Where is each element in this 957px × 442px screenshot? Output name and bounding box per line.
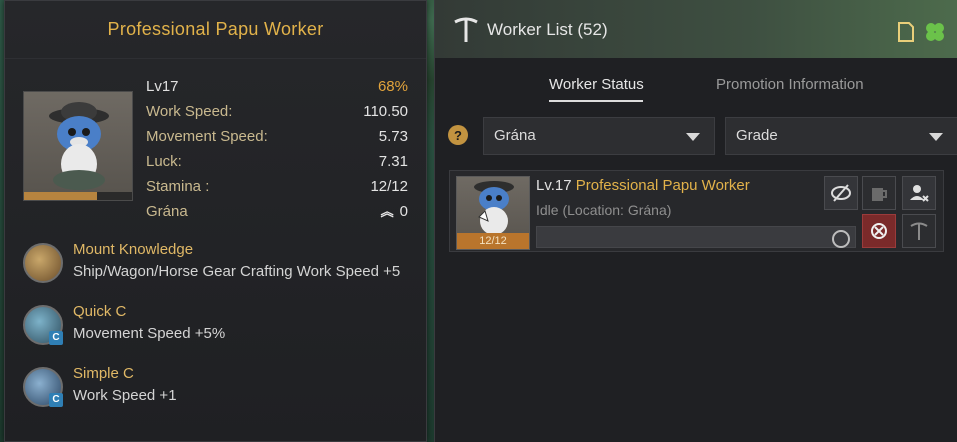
town-label: Grána (146, 203, 188, 220)
tab-promotion-information[interactable]: Promotion Information (716, 76, 864, 93)
town-select-value: Grána (494, 127, 536, 144)
worker-level: Lv.17 (536, 177, 572, 194)
worker-name: Professional Papu Worker (575, 177, 750, 194)
worker-detail-title: Professional Papu Worker (5, 1, 426, 59)
papu-worker-image (49, 102, 109, 190)
c-badge: C (49, 393, 63, 407)
mount-knowledge-icon (23, 243, 63, 283)
repeat-icon[interactable] (832, 230, 850, 248)
active-tab-underline (549, 100, 643, 102)
cancel-repeat-icon (871, 223, 887, 239)
worker-stats: Lv17 68% Work Speed: 110.50 Movement Spe… (146, 74, 408, 224)
worker-list-tabs: Worker Status Promotion Information (435, 70, 957, 104)
skill-desc: Ship/Wagon/Horse Gear Crafting Work Spee… (73, 263, 401, 280)
user-remove-icon (910, 185, 929, 202)
worker-progress-bar (536, 226, 856, 248)
skill-quick-c: C Quick C Movement Speed +5% (23, 301, 423, 351)
skill-desc: Work Speed +1 (73, 387, 177, 404)
town-row: Grána ︽ 0 (146, 199, 408, 224)
luck-label: Luck: (146, 153, 182, 170)
simple-c-icon: C (23, 367, 63, 407)
grade-select[interactable]: Grade (725, 117, 957, 155)
double-chevron-up-icon: ︽ (380, 203, 394, 219)
exp-percent: 68% (377, 78, 408, 95)
skill-name: Simple C (73, 365, 134, 382)
worker-portrait (23, 91, 133, 201)
grade-select-value: Grade (736, 127, 778, 144)
help-icon[interactable]: ? (448, 125, 468, 145)
clover-icon[interactable] (923, 20, 947, 44)
grade-value-wrap: ︽ 0 (381, 203, 408, 220)
worker-filters: ? Grána Grade (435, 117, 957, 155)
stamina-label: Stamina : (146, 178, 210, 195)
skill-desc: Movement Speed +5% (73, 325, 226, 342)
worker-list-title: Worker List (52) (487, 20, 608, 39)
worker-skills: Mount Knowledge Ship/Wagon/Horse Gear Cr… (23, 239, 423, 425)
hide-worker-button[interactable] (824, 176, 858, 210)
worker-level: Lv17 (146, 78, 179, 95)
movement-speed-row: Movement Speed: 5.73 (146, 124, 408, 149)
stop-work-button[interactable] (862, 214, 896, 248)
work-speed-row: Work Speed: 110.50 (146, 99, 408, 124)
worker-location: Idle (Location: Grána) (536, 202, 672, 218)
work-speed-label: Work Speed: (146, 103, 233, 120)
work-button[interactable] (902, 214, 936, 248)
movement-speed-value: 5.73 (378, 128, 408, 145)
caret-down-icon (686, 133, 700, 141)
skill-name: Quick C (73, 303, 127, 320)
c-badge: C (49, 331, 63, 345)
grade-value: 0 (399, 203, 408, 220)
worker-list-header: Worker List (52) (435, 0, 957, 58)
tab-worker-status[interactable]: Worker Status (549, 76, 644, 93)
pickaxe-icon (910, 222, 928, 240)
worker-list-item[interactable]: 12/12 Lv.17 Professional Papu Worker Idl… (449, 170, 944, 252)
stamina-row: Stamina : 12/12 (146, 174, 408, 199)
fire-worker-button[interactable] (902, 176, 936, 210)
movement-speed-label: Movement Speed: (146, 128, 268, 145)
caret-down-icon (929, 133, 943, 141)
luck-value: 7.31 (378, 153, 408, 170)
beer-mug-icon (872, 188, 887, 201)
papu-worker-thumbnail-image (474, 181, 514, 235)
level-row: Lv17 68% (146, 74, 408, 99)
worker-thumbnail: 12/12 (456, 176, 530, 250)
skill-simple-c: C Simple C Work Speed +1 (23, 363, 423, 413)
work-speed-value: 110.50 (363, 103, 408, 120)
luck-row: Luck: 7.31 (146, 149, 408, 174)
quick-c-icon: C (23, 305, 63, 345)
skill-name: Mount Knowledge (73, 241, 194, 258)
feed-worker-button[interactable] (862, 176, 896, 210)
town-select[interactable]: Grána (483, 117, 715, 155)
pickaxe-icon (454, 17, 478, 42)
worker-stamina: 12/12 (457, 233, 529, 249)
worker-name-line: Lv.17 Professional Papu Worker (536, 177, 750, 194)
worker-detail-panel: Professional Papu Worker Lv17 68% Work S… (4, 0, 427, 442)
portrait-stamina-fill (24, 192, 98, 200)
portrait-stamina-bar (24, 192, 132, 200)
stamina-value: 12/12 (370, 178, 408, 195)
document-icon[interactable] (897, 22, 915, 42)
eye-slash-icon (831, 184, 851, 202)
skill-mount-knowledge: Mount Knowledge Ship/Wagon/Horse Gear Cr… (23, 239, 423, 289)
worker-list-panel: Worker List (52) Worker Status Promotion… (434, 0, 957, 442)
